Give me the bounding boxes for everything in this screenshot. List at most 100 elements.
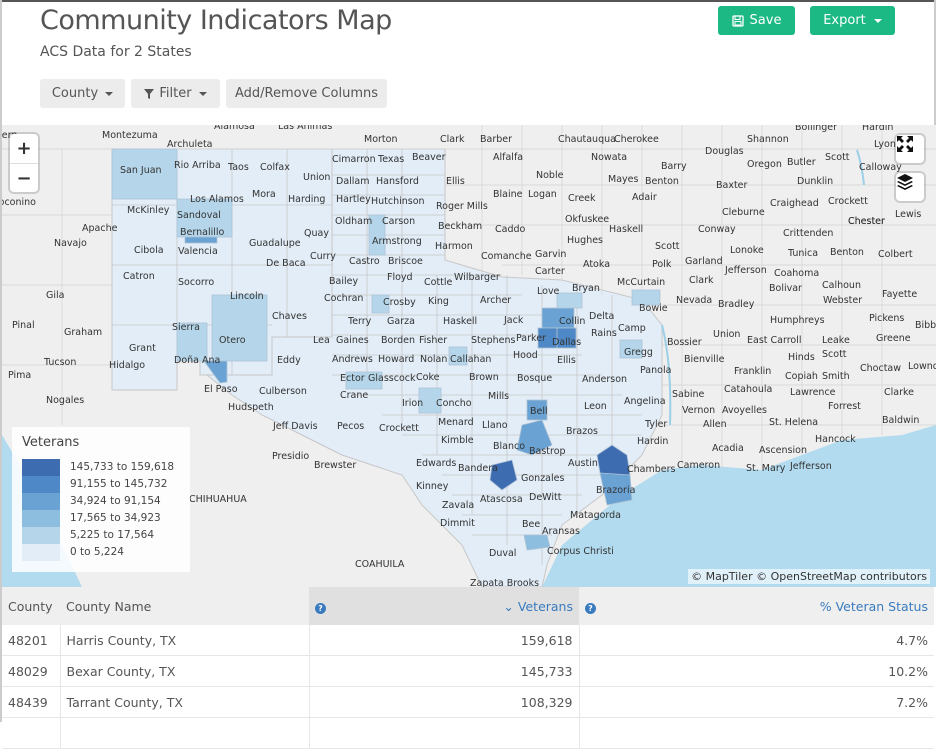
map-place-label: Webster [823,295,863,306]
map-place-label: Rio Arriba [174,160,221,171]
map-place-label: Austin [568,458,598,469]
map-place-label: Scott [825,152,850,163]
help-icon[interactable]: ? [585,602,596,614]
map-place-label: Fisher [419,335,448,346]
map-place-label: Creek [568,193,596,204]
table-row[interactable] [2,717,934,749]
zoom-out-button[interactable]: − [10,164,38,193]
map-place-label: Lyon [874,139,896,150]
cell-name: Tarrant County, TX [60,686,310,718]
column-header-county[interactable]: County [2,587,60,625]
veterans-header-text: Veterans [517,598,573,614]
county-otero[interactable] [211,294,268,362]
map-place-label: Navajo [54,238,87,249]
map-place-label: Bollinger [795,125,838,133]
map-place-label: Archuleta [167,139,213,150]
map-place-label: Harmon [435,241,473,252]
map-place-label: Brazoria [596,485,636,496]
map-place-label: Atascosa [480,494,523,505]
map-place-label: CHIHUAHUA [189,494,247,505]
map-place-label: Duval [489,548,517,559]
map-place-label: Chautauqua [558,134,616,145]
legend-item: 0 to 5,224 [22,544,182,561]
map-place-label: Union [713,329,741,340]
map-place-label: Apache [82,223,118,234]
map-place-label: Bolivar [769,283,802,294]
map-place-label: Roger Mills [436,201,488,212]
column-header-pct-veteran[interactable]: ? % Veteran Status [579,587,934,625]
map-place-label: Stephens [471,335,516,346]
map-place-label: Barber [480,134,513,145]
map-place-label: Hidalgo [109,360,146,371]
zoom-in-button[interactable]: + [10,134,38,164]
map-place-label: Irion [402,398,424,409]
map-place-label: Kimble [441,435,474,446]
geography-dropdown[interactable]: County [40,79,125,108]
choropleth-map[interactable]: Montezuma Alamosa Las Animas Archuleta Morto… [2,125,936,587]
map-place-label: Hardin [637,436,669,447]
help-icon[interactable]: ? [315,602,326,614]
column-header-veterans[interactable]: ? ⌄ Veterans [309,587,579,625]
map-place-label: Hutchinson [371,196,425,207]
map-place-label: Coke [416,372,440,383]
map-place-label: Hudspeth [228,402,274,413]
map-place-label: Hardin [862,125,894,133]
map-place-label: Forrest [828,401,861,412]
map-place-label: St. Helena [769,417,819,428]
map-place-label: Ellis [557,355,576,366]
map-place-label: Crittenden [783,228,834,239]
filter-dropdown[interactable]: Filter [131,79,220,108]
map-place-label: Gonzales [521,473,565,484]
map-place-label: Calloway [859,162,902,173]
map-place-label: Guadalupe [249,238,301,249]
table-header-row: County County Name ? ⌄ Veterans ? % Vete… [2,587,934,625]
fullscreen-button[interactable] [896,135,924,163]
table-row[interactable]: 48439 Tarrant County, TX 108,329 7.2% [2,686,934,718]
map-place-label: Lowndes [908,361,936,372]
map-place-label: Chaves [272,311,307,322]
map-place-label: Nevada [676,295,713,306]
map-place-label: Oldham [335,216,373,227]
map-place-label: Bastrop [529,446,566,457]
map-place-label: Mills [488,391,510,402]
table-row[interactable]: 48201 Harris County, TX 159,618 4.7% [2,625,934,656]
map-place-label: Beckham [438,221,483,232]
map-place-label: Curry [310,251,336,262]
export-button[interactable]: Export [810,6,895,35]
layers-button[interactable] [896,173,924,201]
map-place-label: Benton [830,247,864,258]
legend-swatch [22,459,60,476]
page-subtitle: ACS Data for 2 States [40,44,192,60]
map-place-label: Calhoun [822,280,861,291]
map-place-label: Eddy [277,355,301,366]
map-place-label: DeWitt [529,492,562,503]
map-place-label: Lea [313,335,330,346]
county-grayson[interactable] [556,292,583,309]
window-top-border [0,0,936,2]
map-place-label: Graham [64,327,103,338]
map-place-label: Archer [480,295,512,306]
map-place-label: Crosby [383,297,416,308]
map-place-label: Conway [698,224,736,235]
map-attribution[interactable]: © MapTiler © OpenStreetMap contributors [688,569,930,584]
column-header-county-name[interactable]: County Name [60,587,309,625]
map-place-label: Bernalillo [180,227,225,238]
map-place-label: Bandera [458,463,498,474]
map-place-label: Camp [618,323,646,334]
legend-label: 91,155 to 145,732 [70,478,168,490]
map-place-label: Coahoma [774,268,820,279]
map-place-label: Bailey [329,276,359,287]
map-place-label: Nowata [591,152,628,163]
map-place-label: Okfuskee [565,214,610,225]
add-remove-columns-button[interactable]: Add/Remove Columns [226,79,387,108]
table-row[interactable]: 48029 Bexar County, TX 145,733 10.2% [2,655,934,687]
save-button[interactable]: Save [718,6,795,35]
legend-item: 91,155 to 145,732 [22,476,182,493]
map-place-label: Atoka [583,259,611,270]
veterans-header-label: ⌄ Veterans [503,599,573,614]
map-place-label: Chambers [627,464,676,475]
map-place-label: Polk [652,259,672,270]
cell-veterans: 145,733 [309,655,580,687]
map-place-label: Otero [219,335,246,346]
map-place-label: Smith [822,371,850,382]
